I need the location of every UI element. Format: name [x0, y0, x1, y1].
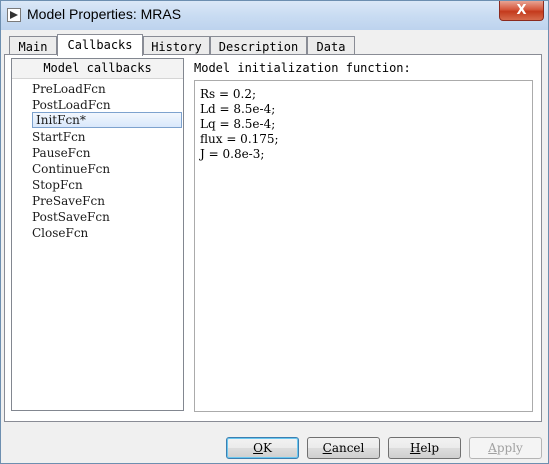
- list-item-preloadfcn[interactable]: PreLoadFcn: [32, 81, 106, 97]
- cancel-label: ancel: [331, 441, 365, 455]
- function-label: Model initialization function:: [194, 61, 411, 75]
- cancel-mnemonic: C: [322, 441, 332, 455]
- tab-callbacks[interactable]: Callbacks: [57, 34, 143, 56]
- code-line: Lq = 8.5e-4;: [200, 117, 276, 131]
- list-item-closefcn[interactable]: CloseFcn: [32, 225, 88, 241]
- apply-mnemonic: A: [488, 441, 497, 455]
- code-editor[interactable]: Rs = 0.2; Ld = 8.5e-4; Lq = 8.5e-4; flux…: [194, 80, 533, 412]
- help-label: elp: [420, 441, 440, 455]
- title-bar[interactable]: Model Properties: MRAS X: [1, 1, 548, 30]
- list-item-continuefcn[interactable]: ContinueFcn: [32, 161, 110, 177]
- list-item-postsavefcn[interactable]: PostSaveFcn: [32, 209, 110, 225]
- apply-button[interactable]: Apply: [469, 437, 542, 459]
- list-item-stopfcn[interactable]: StopFcn: [32, 177, 83, 193]
- tab-main[interactable]: Main: [9, 36, 57, 56]
- window-title: Model Properties: MRAS: [27, 6, 182, 22]
- ok-mnemonic: O: [253, 441, 263, 455]
- list-header: Model callbacks: [12, 59, 183, 79]
- tab-description[interactable]: Description: [210, 36, 307, 56]
- model-callbacks-list[interactable]: Model callbacks PreLoadFcn PostLoadFcn I…: [11, 58, 184, 411]
- code-line: Rs = 0.2;: [200, 87, 257, 101]
- list-item-pausefcn[interactable]: PauseFcn: [32, 145, 90, 161]
- model-icon: [7, 8, 21, 22]
- code-line: J = 0.8e-3;: [200, 147, 265, 161]
- tab-data[interactable]: Data: [307, 36, 355, 56]
- help-button[interactable]: Help: [388, 437, 461, 459]
- list-item-startfcn[interactable]: StartFcn: [32, 129, 86, 145]
- list-item-presavefcn[interactable]: PreSaveFcn: [32, 193, 105, 209]
- list-item-initfcn[interactable]: InitFcn*: [32, 112, 182, 128]
- list-item-postloadfcn[interactable]: PostLoadFcn: [32, 97, 111, 113]
- ok-label: K: [262, 441, 272, 455]
- cancel-button[interactable]: Cancel: [307, 437, 380, 459]
- code-line: Ld = 8.5e-4;: [200, 102, 276, 116]
- close-icon: X: [516, 3, 527, 18]
- ok-button[interactable]: OK: [226, 437, 299, 459]
- close-button[interactable]: X: [499, 1, 544, 21]
- tab-history[interactable]: History: [143, 36, 210, 56]
- apply-label: pply: [496, 441, 523, 455]
- help-mnemonic: H: [409, 441, 421, 455]
- code-line: flux = 0.175;: [200, 132, 279, 146]
